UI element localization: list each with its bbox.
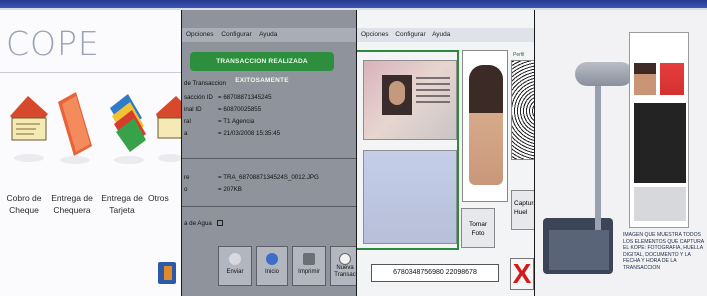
id-text-lines <box>416 77 450 79</box>
profile-label: Perfil <box>513 52 525 58</box>
main-menu-panel: COPE Cobro de Cheque Entrega de Chequera… <box>0 10 182 296</box>
field-value: = 207KB <box>218 186 242 193</box>
close-icon[interactable]: X <box>510 258 534 290</box>
device-illustration-panel: IMAGEN QUE MUESTRA TODOS LOS ELEMENTOS Q… <box>535 10 707 296</box>
field-value: = T1 Agencia <box>218 118 255 125</box>
illustration-caption: IMAGEN QUE MUESTRA TODOS LOS ELEMENTOS Q… <box>623 232 704 271</box>
menu-configure[interactable]: Configurar <box>221 31 251 38</box>
option-label-cards: Entrega de Tarjeta <box>101 193 143 215</box>
menu-options[interactable]: Opciones <box>361 31 388 38</box>
face-image <box>469 65 503 185</box>
field-row: inal ID = 60870025855 <box>184 106 261 113</box>
field-key: sacción ID <box>184 94 213 101</box>
exit-icon[interactable] <box>158 262 176 284</box>
home-icon <box>266 253 278 265</box>
field-key: o <box>184 186 188 193</box>
divider <box>182 206 357 207</box>
id-photo <box>382 75 412 115</box>
transaction-result-panel: Opciones Configurar Ayuda TRANSACCION RE… <box>182 10 357 296</box>
watermark-option[interactable]: a de Agua <box>184 220 223 227</box>
field-key: inal ID <box>184 106 202 113</box>
fingerprint-image <box>511 60 535 160</box>
print-icon <box>303 253 315 265</box>
field-value: = 68708871345245 <box>218 94 272 101</box>
send-icon <box>229 253 241 265</box>
send-button-label: Enviar <box>226 269 244 275</box>
field-key: ral <box>184 118 191 125</box>
capture-panel: Opciones Configurar Ayuda Perfil Tomar F… <box>357 10 535 296</box>
divider <box>182 158 357 159</box>
field-row: a = 21/03/2008 15:35:45 <box>184 130 280 137</box>
id-document-front <box>363 60 457 140</box>
menu-bar: Opciones Configurar Ayuda <box>182 28 357 42</box>
print-button-label: Imprimir <box>298 269 320 275</box>
face-photo <box>462 50 508 202</box>
logo-divider <box>0 72 182 73</box>
cards-icon[interactable] <box>104 88 150 166</box>
home-button[interactable]: Inicio <box>256 246 288 286</box>
scanner-plate <box>549 230 609 270</box>
field-row: re = TRA_6870887134524S_0012.JPG <box>184 174 319 181</box>
field-key: a <box>184 130 188 137</box>
success-banner: TRANSACCION REALIZADA EXITOSAMENTE <box>190 52 334 84</box>
watermark-label: a de Agua <box>184 220 212 227</box>
menu-options[interactable]: Opciones <box>186 31 213 38</box>
new-transaction-button[interactable]: Nueva Transac <box>330 246 357 286</box>
field-row: o = 207KB <box>184 186 242 193</box>
home-button-label: Inicio <box>264 269 279 275</box>
camera-head <box>575 62 633 86</box>
cheque-icon[interactable] <box>6 88 52 166</box>
menu-bar: Opciones Configurar Ayuda <box>357 28 535 42</box>
field-value: = TRA_6870887134524S_0012.JPG <box>218 174 319 181</box>
option-label-other: Otros <box>148 193 169 203</box>
field-row: ral = T1 Agencia <box>184 118 254 125</box>
field-value: = 21/03/2008 15:35:45 <box>218 130 281 137</box>
scanner-arm <box>595 80 601 230</box>
document-stamp <box>660 63 684 95</box>
barcode-field: 6780348756980 22098678 <box>371 264 499 282</box>
document-photo <box>634 63 656 95</box>
captured-document <box>629 32 689 228</box>
take-photo-button[interactable]: Tomar Foto <box>461 208 495 248</box>
menu-help[interactable]: Ayuda <box>259 31 277 38</box>
print-button[interactable]: Imprimir <box>292 246 326 286</box>
other-icon[interactable] <box>154 88 182 166</box>
app-logo: COPE <box>6 24 100 63</box>
id-document-back <box>363 150 457 244</box>
field-row: sacción ID = 68708871345245 <box>184 94 272 101</box>
menu-configure[interactable]: Configurar <box>395 31 425 38</box>
field-value: = 60870025855 <box>218 106 262 113</box>
header-stripe <box>0 0 707 8</box>
menu-help[interactable]: Ayuda <box>432 31 450 38</box>
new-transaction-label: Nueva Transac <box>334 265 356 278</box>
document-footer-block <box>634 187 686 221</box>
new-icon <box>339 253 351 265</box>
checkbook-icon[interactable] <box>52 88 98 166</box>
document-fingerprint-block <box>634 103 686 183</box>
field-key: re <box>184 174 190 181</box>
watermark-checkbox[interactable] <box>216 220 223 227</box>
section-title: de Transaccion <box>184 80 226 87</box>
capture-fingerprint-button[interactable]: Captura Huel <box>511 190 535 230</box>
send-button[interactable]: Enviar <box>218 246 252 286</box>
